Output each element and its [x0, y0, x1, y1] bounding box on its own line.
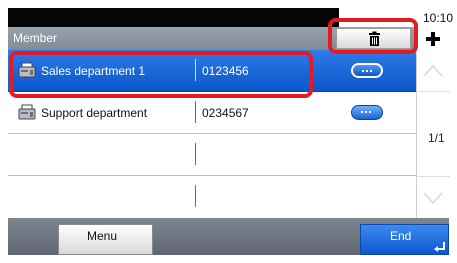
scroll-up-button[interactable] [417, 50, 450, 92]
clock-time: 10:10 [423, 11, 454, 25]
chevron-down-icon [423, 192, 443, 205]
enter-icon [434, 242, 445, 252]
scroll-down-button[interactable] [417, 176, 450, 218]
column-divider [195, 185, 196, 207]
column-divider [195, 143, 196, 165]
column-divider [195, 59, 196, 81]
more-icon [361, 111, 373, 113]
more-icon [362, 70, 374, 72]
status-bar [8, 8, 339, 27]
column-divider [195, 101, 196, 123]
list-item[interactable]: Sales department 1 0123456 [8, 50, 416, 92]
member-name: Sales department 1 [41, 64, 146, 78]
scrollbar: 1/1 [416, 50, 450, 218]
chevron-up-icon [423, 64, 443, 77]
end-button-label: End [390, 229, 412, 243]
member-list: Sales department 1 0123456 Support depar… [8, 50, 416, 218]
menu-button-label: Menu [87, 229, 118, 243]
menu-button[interactable]: Menu [58, 224, 153, 255]
delete-button[interactable] [336, 28, 411, 49]
fax-icon [18, 62, 36, 78]
member-number: 0123456 [202, 64, 249, 78]
member-number: 0234567 [202, 106, 249, 120]
member-name: Support department [41, 106, 148, 120]
detail-button[interactable] [351, 63, 383, 78]
list-header: Member [8, 27, 416, 50]
add-button[interactable] [417, 27, 449, 50]
footer-bar: Menu End [8, 218, 449, 255]
detail-button[interactable] [351, 105, 383, 120]
page-indicator: 1/1 [428, 131, 445, 145]
trash-icon [369, 31, 380, 46]
fax-icon [18, 104, 36, 120]
list-item[interactable]: Support department 0234567 [8, 92, 416, 134]
end-button[interactable]: End [360, 224, 449, 255]
list-item[interactable] [8, 176, 416, 218]
list-item[interactable] [8, 134, 416, 176]
header-title: Member [13, 31, 58, 45]
